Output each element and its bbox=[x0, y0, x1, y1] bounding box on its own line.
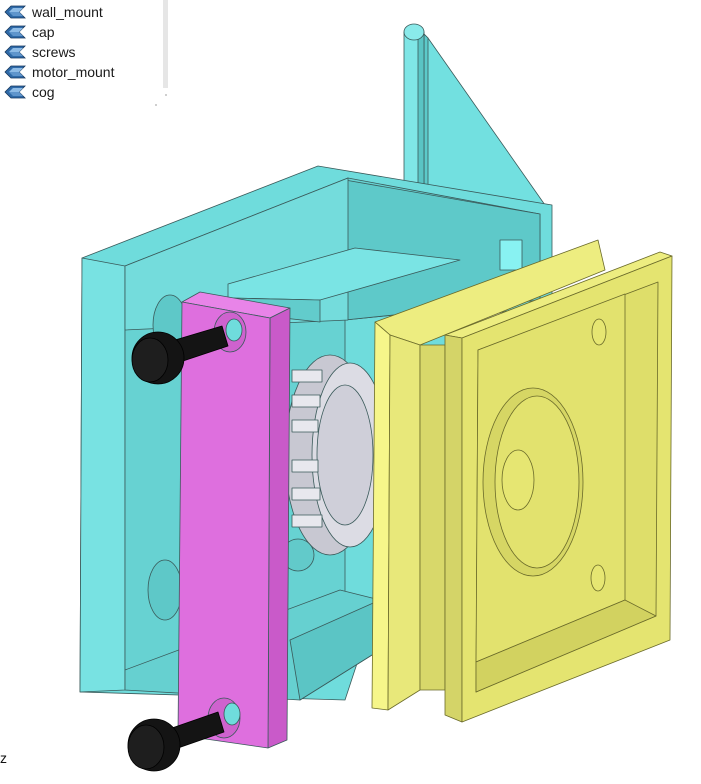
motor-mount-part[interactable] bbox=[371, 239, 673, 723]
part-body-icon bbox=[3, 65, 27, 79]
part-body-icon bbox=[3, 85, 27, 99]
part-body-icon bbox=[3, 45, 27, 59]
tree-scrollbar[interactable] bbox=[163, 0, 168, 88]
tree-item-cap[interactable]: cap bbox=[0, 22, 160, 42]
tree-item-label: cog bbox=[32, 84, 55, 100]
resize-grip[interactable] bbox=[165, 94, 167, 96]
tree-item-wall-mount[interactable]: wall_mount bbox=[0, 2, 160, 22]
axis-z-label: z bbox=[0, 750, 7, 766]
part-body-icon bbox=[3, 25, 27, 39]
tree-item-label: wall_mount bbox=[32, 4, 103, 20]
model-tree: wall_mount cap screws motor_mount cog bbox=[0, 0, 168, 106]
cap-part[interactable] bbox=[177, 291, 291, 749]
model-render[interactable] bbox=[0, 0, 701, 779]
resize-grip-dot bbox=[155, 104, 157, 106]
tree-item-label: cap bbox=[32, 24, 55, 40]
part-body-icon bbox=[3, 5, 27, 19]
3d-viewport[interactable] bbox=[0, 0, 701, 779]
tree-item-motor-mount[interactable]: motor_mount bbox=[0, 62, 160, 82]
tree-item-screws[interactable]: screws bbox=[0, 42, 160, 62]
tree-item-label: screws bbox=[32, 44, 76, 60]
tree-item-cog[interactable]: cog bbox=[0, 82, 160, 102]
tree-item-label: motor_mount bbox=[32, 64, 115, 80]
